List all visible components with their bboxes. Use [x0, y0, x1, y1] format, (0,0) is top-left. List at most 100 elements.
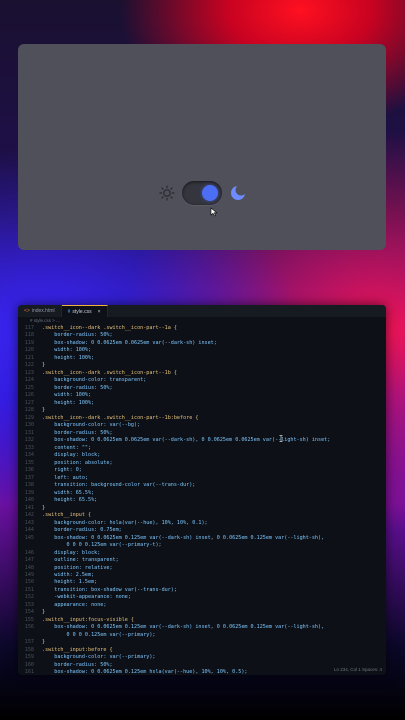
line-number: 133 — [24, 444, 34, 451]
code-line[interactable]: 149 width: 2.5em; — [20, 572, 386, 579]
line-number: 125 — [24, 384, 34, 391]
code-text: height: 100%; — [42, 354, 95, 361]
code-line[interactable]: 145 box-shadow: 0 0.0625em 0.125em var(-… — [20, 535, 386, 542]
code-line[interactable]: 0 0 0 0.125em var(--primary-t); — [20, 542, 386, 549]
code-line[interactable]: 136 right: 0; — [20, 467, 386, 474]
code-line[interactable]: 117 .switch__icon--dark .switch__icon-par… — [20, 325, 386, 332]
code-line[interactable]: 138 transition: background-color var(--t… — [20, 482, 386, 489]
code-text: width: 65.5%; — [42, 489, 95, 496]
code-text: .switch__input:before { — [42, 646, 113, 653]
line-number: 153 — [24, 601, 34, 608]
theme-switch[interactable] — [182, 181, 222, 205]
sun-icon[interactable] — [158, 184, 176, 202]
switch-knob — [202, 185, 218, 201]
line-number: 132 — [24, 437, 34, 444]
code-line[interactable]: 133 content: ""; — [20, 445, 386, 452]
line-number: 149 — [24, 571, 34, 578]
line-number: 154 — [24, 609, 34, 616]
line-number: 161 — [24, 669, 34, 675]
code-line[interactable]: 159 background-color: var(--primary); — [20, 654, 386, 661]
code-line[interactable]: 121 height: 100%; — [20, 355, 386, 362]
code-line[interactable]: 0 0 0 0.125em var(--primary); — [20, 632, 386, 639]
code-line[interactable]: 148 position: relative; — [20, 565, 386, 572]
line-number: 134 — [24, 452, 34, 459]
line-number: 145 — [24, 534, 34, 541]
code-text: .switch__input:focus-visible { — [42, 616, 135, 623]
code-line[interactable]: 131 border-radius: 50%; — [20, 430, 386, 437]
close-icon[interactable]: × — [98, 309, 101, 315]
code-line[interactable]: 125 border-radius: 50%; — [20, 385, 386, 392]
status-bar: Ln 234, Col 1 Spaces: 4 — [333, 667, 382, 672]
breadcrumb[interactable]: # style.css > ... — [18, 317, 386, 325]
code-line[interactable]: 151 transition: box-shadow var(--trans-d… — [20, 587, 386, 594]
code-line[interactable]: 135 position: absolute; — [20, 460, 386, 467]
code-line[interactable]: 127 height: 100%; — [20, 400, 386, 407]
code-line[interactable]: 120 width: 100%; — [20, 347, 386, 354]
code-text: width: 100%; — [42, 392, 92, 399]
code-text: transition: background-color var(--trans… — [42, 482, 196, 489]
editor-tabs: <> index.html # style.css × — [18, 305, 386, 317]
line-number: 143 — [24, 519, 34, 526]
code-line[interactable]: 122} — [20, 362, 386, 369]
line-number: 123 — [24, 369, 34, 376]
code-text: width: 2.5em; — [42, 571, 95, 578]
code-line[interactable]: 137 left: auto; — [20, 475, 386, 482]
line-number: 146 — [24, 549, 34, 556]
code-line[interactable]: 154} — [20, 609, 386, 616]
preview-panel — [18, 44, 386, 250]
code-line[interactable]: 147 outline: transparent; — [20, 557, 386, 564]
html-file-icon: <> — [24, 308, 30, 314]
code-text: -webkit-appearance: none; — [42, 594, 131, 601]
code-line[interactable]: 123 .switch__icon--dark .switch__icon-par… — [20, 370, 386, 377]
line-number: 157 — [24, 639, 34, 646]
code-line[interactable]: 130 background-color: var(--bg); — [20, 422, 386, 429]
code-line[interactable]: 150 height: 1.5em; — [20, 579, 386, 586]
code-line[interactable]: 126 width: 100%; — [20, 392, 386, 399]
code-line[interactable]: 124 background-color: transparent; — [20, 377, 386, 384]
code-line[interactable]: 155 .switch__input:focus-visible { — [20, 617, 386, 624]
moon-icon[interactable] — [228, 183, 248, 203]
line-number: 124 — [24, 377, 34, 384]
code-line[interactable]: 134 display: block; — [20, 452, 386, 459]
line-number: 151 — [24, 586, 34, 593]
code-line[interactable]: 156 box-shadow: 0 0.0625em 0.125em var(-… — [20, 624, 386, 631]
code-text: display: block; — [42, 452, 101, 459]
code-line[interactable]: 139 width: 65.5%; — [20, 490, 386, 497]
code-line[interactable]: 160 border-radius: 50%; — [20, 662, 386, 669]
code-line[interactable]: 141} — [20, 505, 386, 512]
line-number: 152 — [24, 594, 34, 601]
code-text: .switch__icon--dark .switch__icon-part--… — [42, 325, 177, 331]
code-line[interactable]: 157} — [20, 639, 386, 646]
line-number: 126 — [24, 392, 34, 399]
tab-label: style.css — [72, 308, 92, 315]
tab-label: index.html — [31, 308, 55, 314]
code-line[interactable]: 140 height: 65.5%; — [20, 497, 386, 504]
code-line[interactable]: 161 box-shadow: 0 0.0625em 0.125em hsla(… — [20, 669, 386, 675]
code-line[interactable]: 118 border-radius: 50%; — [20, 332, 386, 339]
code-text: box-shadow: 0 0.0625em 0.0625em var(--da… — [42, 339, 217, 346]
code-text: } — [42, 504, 46, 511]
code-text: border-radius: 50%; — [42, 332, 113, 339]
code-line[interactable]: 119 box-shadow: 0 0.0625em 0.0625em var(… — [20, 340, 386, 347]
code-area[interactable]: 117 .switch__icon--dark .switch__icon-par… — [18, 325, 386, 675]
line-number: 147 — [24, 557, 34, 564]
code-text: box-shadow: 0 0.0625em 0.125em var(--dar… — [42, 534, 325, 541]
line-number: 156 — [24, 624, 34, 631]
line-number: 144 — [24, 527, 34, 534]
code-line[interactable]: 146 display: block; — [20, 550, 386, 557]
code-line[interactable]: 142 .switch__input { — [20, 512, 386, 519]
code-line[interactable]: 153 appearance: none; — [20, 602, 386, 609]
code-line[interactable]: 132 box-shadow: 0 0.0625em 0.0625em var(… — [20, 437, 386, 444]
tab-index-html[interactable]: <> index.html — [18, 305, 62, 317]
code-line[interactable]: 143 background-color: hsla(var(--hue), 1… — [20, 520, 386, 527]
code-line[interactable]: 128} — [20, 407, 386, 414]
line-number: 139 — [24, 489, 34, 496]
code-line[interactable]: 129 .switch__icon--dark .switch__icon-par… — [20, 415, 386, 422]
code-text: width: 100%; — [42, 347, 92, 354]
code-text: } — [42, 639, 46, 646]
code-text: display: block; — [42, 549, 101, 556]
code-line[interactable]: 152 -webkit-appearance: none; — [20, 594, 386, 601]
code-line[interactable]: 158 .switch__input:before { — [20, 647, 386, 654]
tab-style-css[interactable]: # style.css × — [61, 305, 108, 317]
code-line[interactable]: 144 border-radius: 0.75em; — [20, 527, 386, 534]
